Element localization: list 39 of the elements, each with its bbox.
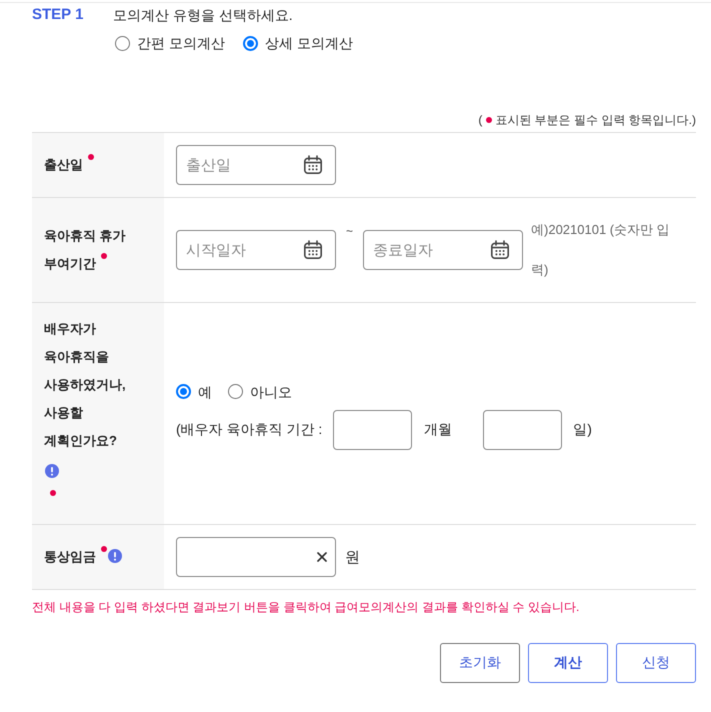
step-label: STEP 1: [32, 5, 84, 25]
calendar-icon[interactable]: [303, 240, 323, 260]
reset-button[interactable]: 초기화: [440, 643, 520, 683]
unit-label: 개월: [424, 420, 452, 438]
calendar-icon[interactable]: [303, 155, 323, 175]
info-icon[interactable]: [45, 464, 59, 478]
months-field[interactable]: [333, 410, 412, 450]
field-hint: 예)20210101 (숫자만 입력): [531, 221, 671, 279]
note-text: (: [478, 113, 482, 127]
date-field[interactable]: 시작일자: [176, 230, 336, 270]
field-label: 출산일: [44, 157, 83, 172]
range-separator: ~: [346, 225, 354, 237]
amount-field[interactable]: [176, 537, 336, 577]
unit-label: 원: [345, 548, 360, 566]
primary-button[interactable]: 계산: [528, 643, 608, 683]
date-field[interactable]: 종료일자: [363, 230, 524, 270]
radio-button[interactable]: [228, 384, 243, 399]
radio-button[interactable]: [242, 36, 258, 50]
radio-option[interactable]: 간편 모의계산: [115, 33, 225, 53]
period-label: (배우자 육아휴직 기간 :: [176, 420, 322, 438]
info-icon[interactable]: [108, 549, 122, 563]
radio-button[interactable]: [176, 384, 191, 399]
days-field[interactable]: [483, 410, 562, 450]
clear-icon[interactable]: [317, 552, 327, 562]
radio-option[interactable]: 예: [176, 382, 212, 402]
step-instruction: 모의계산 유형을 선택하세요.: [113, 6, 293, 25]
note-text: 표시된 부분은 필수 입력 항목입니다.): [495, 112, 696, 128]
calendar-icon[interactable]: [490, 240, 510, 260]
date-field[interactable]: 출산일: [176, 145, 336, 185]
required-dot-icon: [486, 117, 492, 123]
unit-label: 일): [573, 420, 592, 438]
info-message: 전체 내용을 다 입력 하셨다면 결과보기 버튼을 클릭하여 급여모의계산의 결과를 확인하실 수 있습니다.: [32, 599, 580, 616]
default-button[interactable]: 신청: [616, 643, 696, 683]
field-label: 통상임금: [44, 549, 96, 564]
radio-button[interactable]: [115, 36, 130, 50]
radio-option[interactable]: 아니오: [228, 382, 292, 402]
field-label: 육아휴직 휴가 부여기간: [44, 228, 126, 271]
field-label: 배우자가 육아휴직을 사용하였거나, 사용할 계획인가요?: [44, 320, 127, 450]
radio-option[interactable]: 상세 모의계산: [242, 33, 353, 53]
